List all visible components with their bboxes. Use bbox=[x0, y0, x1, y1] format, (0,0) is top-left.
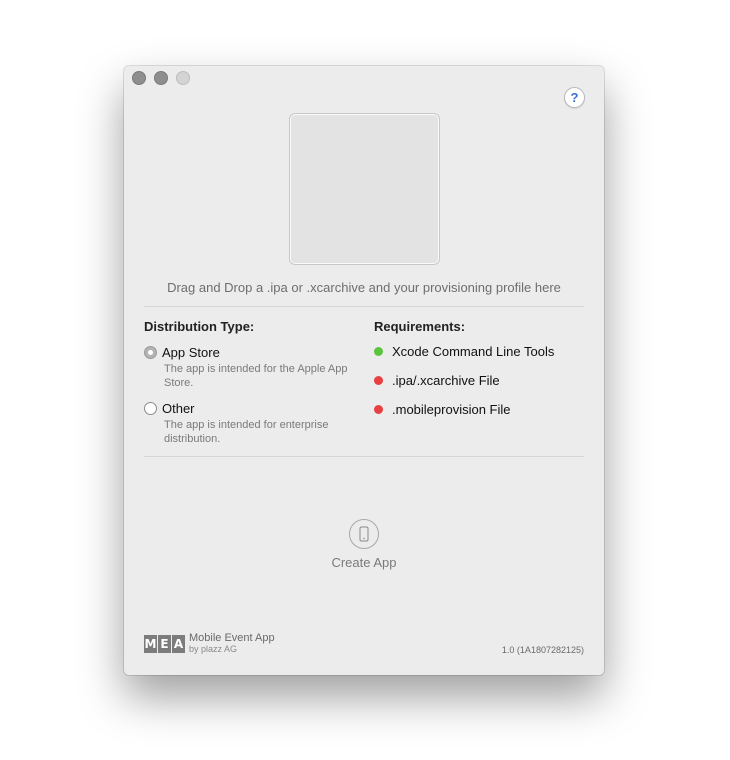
app-name: Mobile Event App bbox=[189, 632, 275, 644]
radio-app-store[interactable]: App Store bbox=[144, 345, 220, 360]
logo-mark: M E A bbox=[144, 635, 185, 653]
window-controls bbox=[132, 71, 190, 85]
radio-button-app-store[interactable] bbox=[144, 346, 157, 359]
requirement-label: .mobileprovision File bbox=[392, 402, 511, 417]
radio-label-app-store: App Store bbox=[162, 345, 220, 360]
mea-logo: M E A Mobile Event App by plazz AG bbox=[144, 633, 275, 655]
status-dot-red bbox=[374, 405, 383, 414]
distribution-type-heading: Distribution Type: bbox=[144, 319, 255, 334]
app-window: ? Drag and Drop a .ipa or .xcarchive and… bbox=[124, 66, 604, 675]
company-name: by plazz AG bbox=[189, 644, 238, 654]
radio-button-other[interactable] bbox=[144, 402, 157, 415]
zoom-window-button[interactable] bbox=[176, 71, 190, 85]
help-button[interactable]: ? bbox=[564, 87, 585, 108]
requirement-label: Xcode Command Line Tools bbox=[392, 344, 555, 359]
file-drop-zone[interactable] bbox=[289, 113, 440, 265]
drop-hint-text: Drag and Drop a .ipa or .xcarchive and y… bbox=[167, 280, 561, 295]
divider bbox=[144, 456, 584, 457]
minimize-window-button[interactable] bbox=[154, 71, 168, 85]
close-window-button[interactable] bbox=[132, 71, 146, 85]
requirements-heading: Requirements: bbox=[374, 319, 466, 334]
logo-letter: M bbox=[144, 635, 157, 653]
requirement-xcode-tools: Xcode Command Line Tools bbox=[374, 344, 554, 359]
logo-letter: A bbox=[172, 635, 185, 653]
radio-label-other: Other bbox=[162, 401, 195, 416]
requirement-label: .ipa/.xcarchive File bbox=[392, 373, 500, 388]
app-store-description: The app is intended for the Apple App St… bbox=[164, 363, 348, 389]
version-label: 1.0 (1A1807282125) bbox=[501, 645, 584, 655]
status-dot-red bbox=[374, 376, 383, 385]
logo-text: Mobile Event App by plazz AG bbox=[189, 633, 275, 655]
other-description: The app is intended for enterprise distr… bbox=[164, 419, 329, 445]
requirement-ipa-file: .ipa/.xcarchive File bbox=[374, 373, 500, 388]
logo-letter: E bbox=[158, 635, 171, 653]
status-dot-green bbox=[374, 347, 383, 356]
create-app-button[interactable]: Create App bbox=[314, 519, 414, 570]
requirement-mobileprovision: .mobileprovision File bbox=[374, 402, 511, 417]
create-app-label: Create App bbox=[331, 555, 397, 570]
divider bbox=[144, 306, 584, 307]
radio-other[interactable]: Other bbox=[144, 401, 195, 416]
phone-icon[interactable] bbox=[349, 519, 379, 549]
